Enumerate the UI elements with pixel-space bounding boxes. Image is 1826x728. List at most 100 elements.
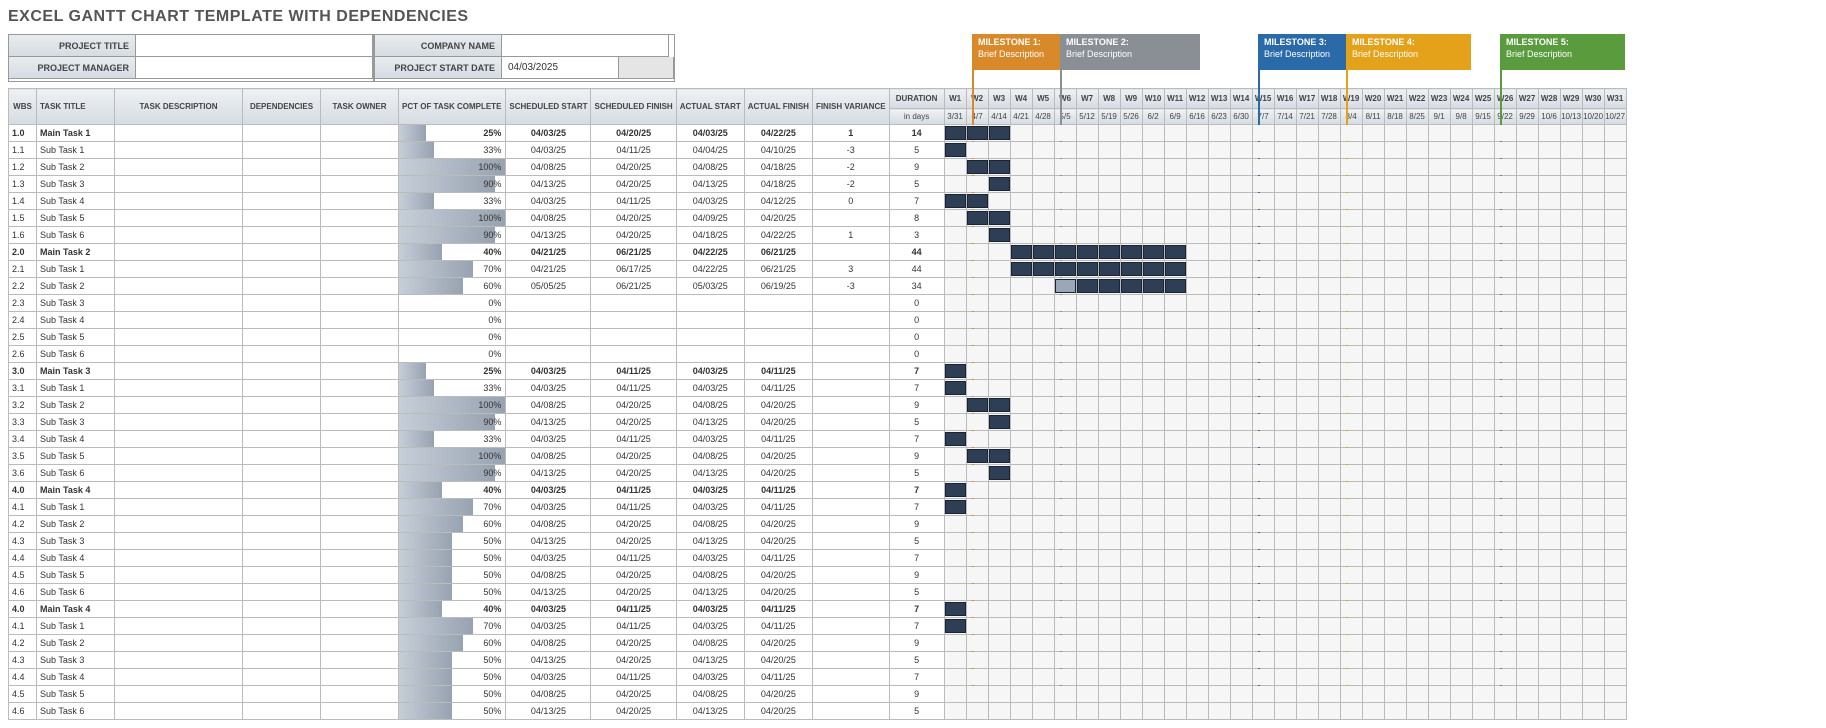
cell-dep[interactable] [243,431,321,448]
task-row[interactable]: 2.4Sub Task 40%0 [9,312,1627,329]
cell-own[interactable] [321,550,399,567]
cell-sf[interactable]: 04/20/25 [591,448,676,465]
cell-af[interactable]: 04/11/25 [744,618,812,635]
cell-dur[interactable]: 9 [889,397,944,414]
cell-dur[interactable]: 9 [889,448,944,465]
cell-as[interactable]: 04/08/25 [676,567,744,584]
cell-ss[interactable]: 04/03/25 [506,363,591,380]
cell-title[interactable]: Sub Task 4 [37,669,115,686]
col-week[interactable]: W24 [1450,89,1472,109]
cell-dep[interactable] [243,499,321,516]
input-start-date[interactable]: 04/03/2025 [502,57,619,79]
cell-pct[interactable]: 25% [399,363,506,380]
cell-ss[interactable] [506,329,591,346]
col-var[interactable]: FINISH VARIANCE [812,89,889,125]
cell-desc[interactable] [115,312,243,329]
cell-as[interactable] [676,295,744,312]
cell-var[interactable] [812,516,889,533]
cell-dur[interactable]: 7 [889,380,944,397]
task-row[interactable]: 1.5Sub Task 5100%04/08/2504/20/2504/09/2… [9,210,1627,227]
cell-dur[interactable]: 7 [889,193,944,210]
cell-ss[interactable]: 04/08/25 [506,210,591,227]
cell-var[interactable]: -3 [812,278,889,295]
cell-af[interactable] [744,312,812,329]
cell-sf[interactable]: 04/20/25 [591,703,676,720]
cell-dur[interactable]: 9 [889,159,944,176]
cell-as[interactable]: 04/08/25 [676,686,744,703]
cell-own[interactable] [321,210,399,227]
cell-desc[interactable] [115,499,243,516]
col-week[interactable]: W15 [1252,89,1274,109]
cell-dep[interactable] [243,261,321,278]
task-row[interactable]: 2.2Sub Task 260%05/05/2506/21/2505/03/25… [9,278,1627,295]
cell-af[interactable]: 04/22/25 [744,125,812,142]
cell-dep[interactable] [243,618,321,635]
cell-sf[interactable]: 06/21/25 [591,278,676,295]
cell-dur[interactable]: 14 [889,125,944,142]
task-row[interactable]: 3.5Sub Task 5100%04/08/2504/20/2504/08/2… [9,448,1627,465]
cell-wbs[interactable]: 1.1 [9,142,37,159]
cell-dep[interactable] [243,142,321,159]
task-row[interactable]: 4.6Sub Task 650%04/13/2504/20/2504/13/25… [9,584,1627,601]
cell-pct[interactable]: 90% [399,465,506,482]
col-sf[interactable]: SCHEDULED FINISH [591,89,676,125]
cell-ss[interactable]: 04/03/25 [506,431,591,448]
cell-sf[interactable]: 04/20/25 [591,635,676,652]
cell-dur[interactable]: 0 [889,329,944,346]
cell-pct[interactable]: 0% [399,346,506,363]
cell-own[interactable] [321,278,399,295]
cell-title[interactable]: Sub Task 4 [37,550,115,567]
cell-sf[interactable]: 04/11/25 [591,431,676,448]
cell-as[interactable]: 04/13/25 [676,414,744,431]
cell-sf[interactable]: 04/11/25 [591,499,676,516]
cell-dur[interactable]: 44 [889,244,944,261]
cell-desc[interactable] [115,125,243,142]
cell-pct[interactable]: 50% [399,550,506,567]
cell-dur[interactable]: 0 [889,312,944,329]
cell-ss[interactable]: 04/03/25 [506,482,591,499]
cell-af[interactable]: 04/20/25 [744,465,812,482]
cell-as[interactable]: 04/03/25 [676,499,744,516]
cell-ss[interactable]: 04/08/25 [506,686,591,703]
col-week[interactable]: W12 [1186,89,1208,109]
task-row[interactable]: 1.4Sub Task 433%04/03/2504/11/2504/03/25… [9,193,1627,210]
cell-dur[interactable]: 5 [889,414,944,431]
cell-as[interactable]: 04/13/25 [676,465,744,482]
cell-dur[interactable]: 44 [889,261,944,278]
cell-wbs[interactable]: 4.0 [9,482,37,499]
task-row[interactable]: 1.2Sub Task 2100%04/08/2504/20/2504/08/2… [9,159,1627,176]
cell-wbs[interactable]: 4.0 [9,601,37,618]
cell-wbs[interactable]: 1.5 [9,210,37,227]
col-week[interactable]: W30 [1582,89,1604,109]
cell-var[interactable] [812,618,889,635]
cell-own[interactable] [321,312,399,329]
col-week[interactable]: W19 [1340,89,1362,109]
col-week[interactable]: W2 [966,89,988,109]
cell-ss[interactable]: 04/08/25 [506,159,591,176]
col-title[interactable]: TASK TITLE [37,89,115,125]
col-week[interactable]: W31 [1604,89,1626,109]
col-week[interactable]: W3 [988,89,1010,109]
cell-ss[interactable]: 04/21/25 [506,244,591,261]
cell-pct[interactable]: 0% [399,312,506,329]
cell-dur[interactable]: 0 [889,346,944,363]
cell-title[interactable]: Sub Task 3 [37,414,115,431]
cell-pct[interactable]: 40% [399,244,506,261]
cell-ss[interactable]: 04/13/25 [506,533,591,550]
cell-var[interactable] [812,499,889,516]
col-week[interactable]: W5 [1032,89,1054,109]
cell-pct[interactable]: 40% [399,482,506,499]
cell-pct[interactable]: 25% [399,125,506,142]
cell-desc[interactable] [115,363,243,380]
cell-dep[interactable] [243,363,321,380]
cell-ss[interactable]: 04/03/25 [506,380,591,397]
task-row[interactable]: 2.1Sub Task 170%04/21/2506/17/2504/22/25… [9,261,1627,278]
cell-var[interactable] [812,414,889,431]
cell-pct[interactable]: 0% [399,295,506,312]
cell-as[interactable]: 04/03/25 [676,482,744,499]
cell-dep[interactable] [243,176,321,193]
cell-as[interactable]: 04/03/25 [676,363,744,380]
cell-dep[interactable] [243,397,321,414]
cell-desc[interactable] [115,652,243,669]
cell-af[interactable]: 04/18/25 [744,176,812,193]
